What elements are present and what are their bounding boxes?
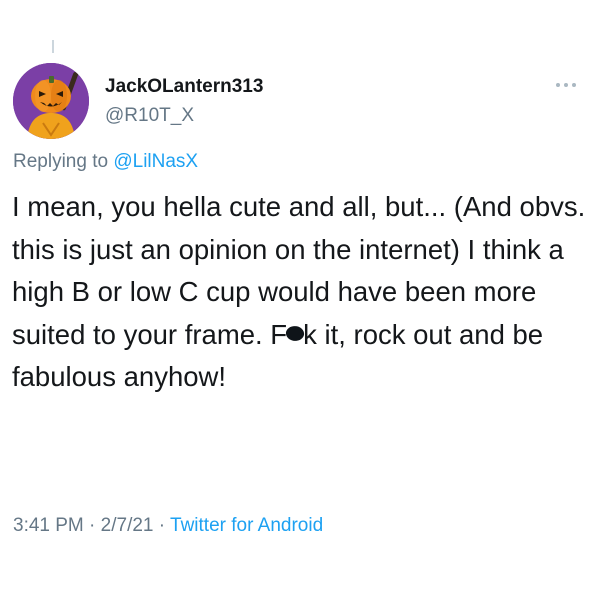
more-options-icon[interactable] xyxy=(556,80,582,90)
replying-to-mention-link[interactable]: @LilNasX xyxy=(113,151,198,172)
tweet-source-link[interactable]: Twitter for Android xyxy=(170,515,323,536)
dot xyxy=(572,83,576,87)
tweet-time[interactable]: 3:41 PM xyxy=(13,515,84,536)
replying-prefix: Replying to xyxy=(13,151,114,172)
tweet-date[interactable]: 2/7/21 xyxy=(101,515,154,536)
dot xyxy=(556,83,560,87)
pumpkin-head-avatar-icon xyxy=(13,63,89,139)
avatar[interactable] xyxy=(13,63,89,139)
dot xyxy=(564,83,568,87)
user-handle[interactable]: @R10T_X xyxy=(105,105,194,127)
tweet-text: I mean, you hella cute and all, but... (… xyxy=(12,186,587,399)
tweet-metadata: 3:41 PM · 2/7/21 · Twitter for Android xyxy=(13,515,323,537)
meta-separator: · xyxy=(83,515,101,536)
meta-separator: · xyxy=(153,515,171,536)
display-name[interactable]: JackOLantern313 xyxy=(105,76,263,98)
replying-to-line: Replying to @LilNasX xyxy=(13,151,198,173)
thread-connector-line xyxy=(52,40,54,53)
